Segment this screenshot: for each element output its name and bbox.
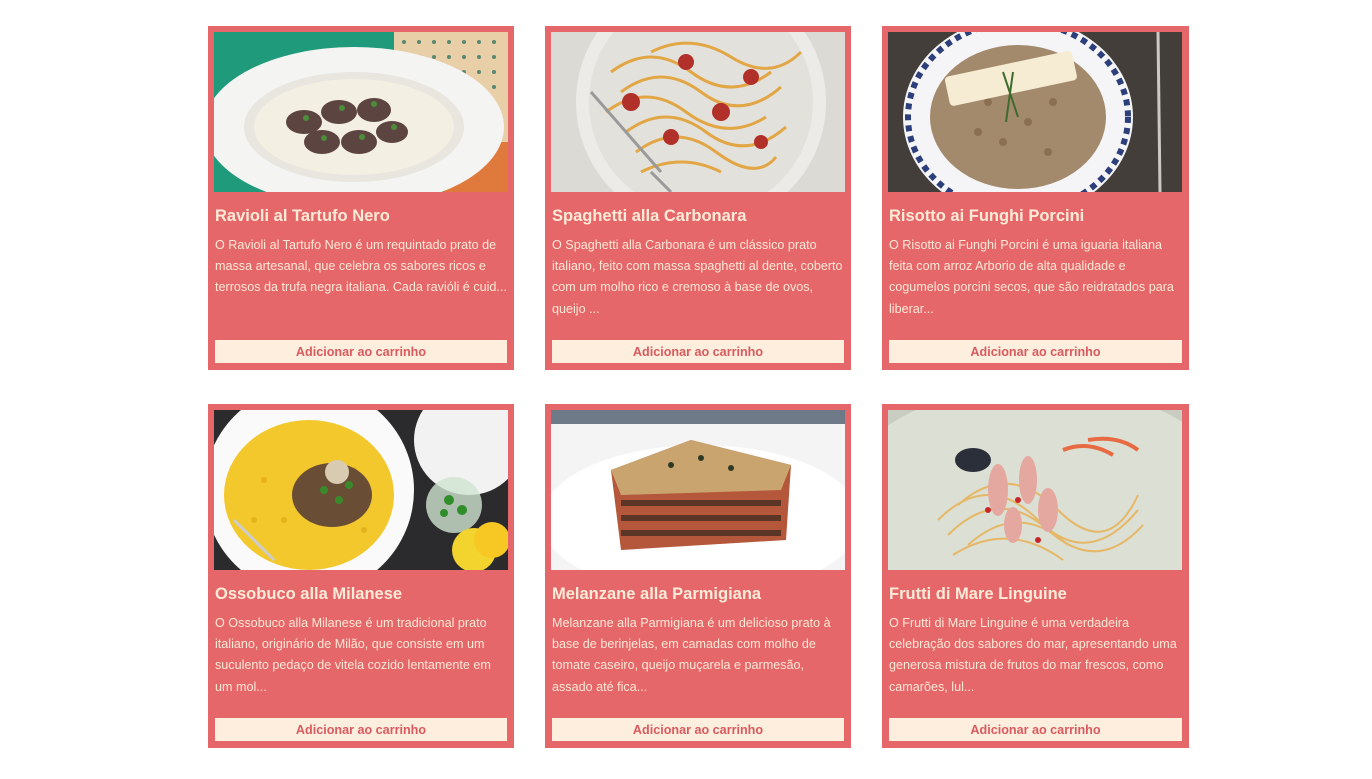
add-to-cart-button[interactable]: Adicionar ao carrinho [889, 340, 1182, 363]
dish-photo [888, 32, 1182, 192]
add-to-cart-button[interactable]: Adicionar ao carrinho [215, 340, 507, 363]
dish-card: Ossobuco alla Milanese O Ossobuco alla M… [208, 404, 514, 748]
dish-description: O Frutti di Mare Linguine é uma verdadei… [889, 616, 1177, 694]
dish-photo [551, 32, 845, 192]
dish-title: Ossobuco alla Milanese [215, 585, 403, 603]
dish-photo [888, 410, 1182, 570]
dish-photo [551, 410, 845, 570]
dish-description: O Ravioli al Tartufo Nero é um requintad… [215, 238, 507, 295]
dish-card: Spaghetti alla Carbonara O Spaghetti all… [545, 26, 851, 370]
dish-title: Spaghetti alla Carbonara [552, 207, 747, 225]
dish-photo [214, 410, 508, 570]
dish-description: O Ossobuco alla Milanese é um tradiciona… [215, 616, 491, 694]
dish-card: Melanzane alla Parmigiana Melanzane alla… [545, 404, 851, 748]
dish-description: O Spaghetti alla Carbonara é um clássico… [552, 238, 843, 316]
dish-card: Ravioli al Tartufo Nero O Ravioli al Tar… [208, 26, 514, 370]
dish-title: Melanzane alla Parmigiana [552, 585, 762, 603]
add-to-cart-button[interactable]: Adicionar ao carrinho [215, 718, 507, 741]
dish-description: O Risotto ai Funghi Porcini é uma iguari… [889, 238, 1174, 316]
dish-title: Risotto ai Funghi Porcini [889, 207, 1085, 225]
add-to-cart-button[interactable]: Adicionar ao carrinho [889, 718, 1182, 741]
dish-card: Frutti di Mare Linguine O Frutti di Mare… [882, 404, 1189, 748]
add-to-cart-button[interactable]: Adicionar ao carrinho [552, 340, 844, 363]
dish-description: Melanzane alla Parmigiana é um delicioso… [552, 616, 831, 694]
dish-title: Frutti di Mare Linguine [889, 585, 1067, 603]
dish-card: Risotto ai Funghi Porcini O Risotto ai F… [882, 26, 1189, 370]
add-to-cart-button[interactable]: Adicionar ao carrinho [552, 718, 844, 741]
dish-photo [214, 32, 508, 192]
menu-grid: Ravioli al Tartufo Nero O Ravioli al Tar… [208, 26, 1189, 748]
dish-title: Ravioli al Tartufo Nero [215, 207, 390, 225]
